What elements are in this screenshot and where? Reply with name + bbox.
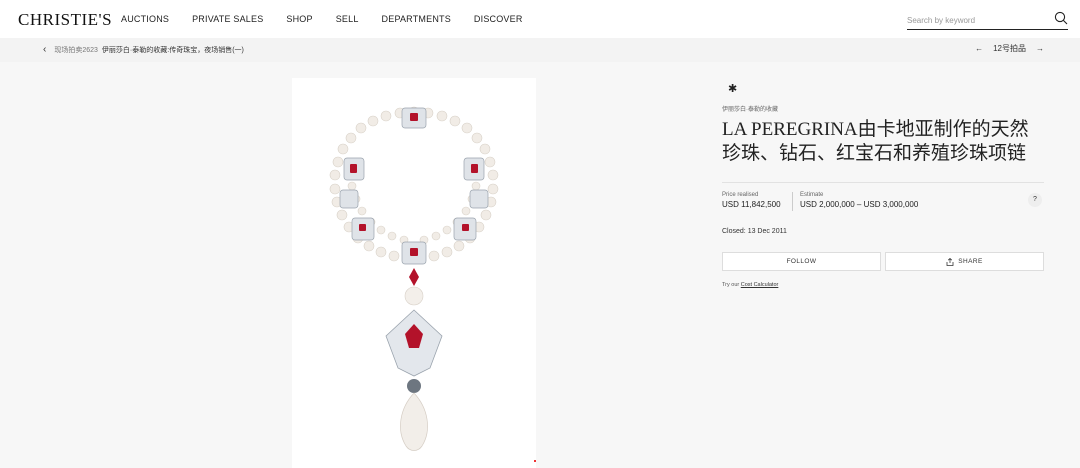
lot-title: LA PEREGRINA由卡地亚制作的天然珍珠、钻石、红宝石和养殖珍珠项链 bbox=[722, 119, 1029, 164]
nav-shop[interactable]: SHOP bbox=[286, 14, 312, 24]
closed-date: Closed: 13 Dec 2011 bbox=[722, 228, 787, 235]
cost-calculator-note: Try our Cost Calculator bbox=[722, 282, 778, 288]
price-label: Price realised bbox=[722, 192, 759, 198]
breadcrumb-bar: ‹ 现场拍卖2623 伊丽莎白·泰勒的收藏:传奇珠宝，夜场销售(一) ← 12号… bbox=[0, 38, 1080, 62]
breadcrumb-sale-title[interactable]: 伊丽莎白·泰勒的收藏:传奇珠宝，夜场销售(一) bbox=[102, 45, 244, 55]
search-box bbox=[907, 10, 1068, 30]
top-nav: CHRISTIE'S AUCTIONS PRIVATE SALES SHOP S… bbox=[0, 0, 1080, 38]
closed-value: 13 Dec 2011 bbox=[747, 228, 787, 235]
chevron-left-icon[interactable]: ‹ bbox=[43, 44, 46, 55]
search-icon[interactable] bbox=[1054, 11, 1068, 25]
nav-sell[interactable]: SELL bbox=[336, 14, 359, 24]
arrow-right-icon[interactable]: → bbox=[1036, 44, 1044, 53]
share-label: SHARE bbox=[958, 258, 983, 265]
follow-label: FOLLOW bbox=[786, 258, 817, 265]
breadcrumb[interactable]: ‹ 现场拍卖2623 伊丽莎白·泰勒的收藏:传奇珠宝，夜场销售(一) bbox=[43, 44, 244, 55]
divider bbox=[722, 182, 1044, 183]
lot-navigation: ← 12号拍品 → bbox=[975, 43, 1044, 54]
nav-discover[interactable]: DISCOVER bbox=[474, 14, 523, 24]
price-realised: Price realised USD 11,842,500 bbox=[722, 192, 781, 209]
estimate-label: Estimate bbox=[800, 192, 824, 198]
price-separator bbox=[792, 192, 793, 211]
estimate-value: USD 2,000,000 – USD 3,000,000 bbox=[800, 200, 919, 209]
collection-name[interactable]: 伊丽莎白·泰勒的收藏 bbox=[722, 104, 778, 113]
necklace-illustration bbox=[329, 106, 499, 451]
arrow-left-icon[interactable]: ← bbox=[975, 44, 983, 53]
follow-button[interactable]: FOLLOW bbox=[722, 252, 881, 271]
cost-calculator-link[interactable]: Cost Calculator bbox=[741, 282, 779, 288]
share-icon bbox=[946, 257, 954, 266]
carousel-indicator[interactable] bbox=[534, 460, 536, 462]
nav-departments[interactable]: DEPARTMENTS bbox=[382, 14, 451, 24]
asterisk-icon: ✱ bbox=[728, 83, 738, 95]
price-value: USD 11,842,500 bbox=[722, 200, 781, 209]
lot-main: ✱ 伊丽莎白·泰勒的收藏 LA PEREGRINA由卡地亚制作的天然珍珠、钻石、… bbox=[0, 62, 1080, 468]
calc-prefix: Try our bbox=[722, 282, 740, 288]
main-nav: AUCTIONS PRIVATE SALES SHOP SELL DEPARTM… bbox=[121, 14, 546, 24]
closed-label: Closed: bbox=[722, 228, 746, 235]
search-input[interactable] bbox=[907, 12, 1047, 29]
share-button[interactable]: SHARE bbox=[885, 252, 1044, 271]
lot-number-label: 12号拍品 bbox=[993, 44, 1026, 53]
breadcrumb-sale-number[interactable]: 现场拍卖2623 bbox=[54, 45, 98, 55]
christies-logo[interactable]: CHRISTIE'S bbox=[18, 10, 112, 30]
nav-auctions[interactable]: AUCTIONS bbox=[121, 14, 169, 24]
estimate: Estimate USD 2,000,000 – USD 3,000,000 bbox=[800, 192, 918, 209]
lot-image[interactable] bbox=[292, 78, 536, 468]
nav-private-sales[interactable]: PRIVATE SALES bbox=[192, 14, 263, 24]
help-icon[interactable]: ? bbox=[1028, 193, 1042, 207]
